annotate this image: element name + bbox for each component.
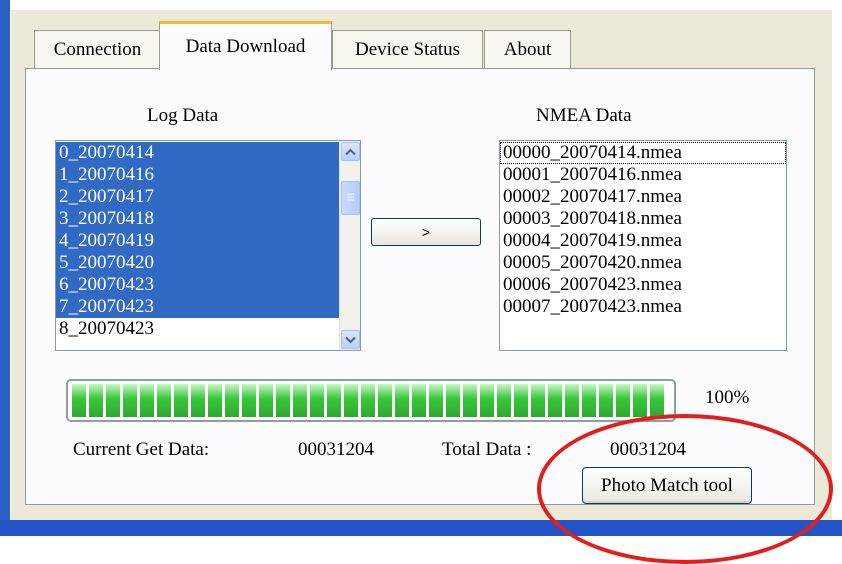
download-progress-bar (66, 379, 676, 422)
progress-segment (599, 384, 613, 417)
progress-segment (412, 384, 426, 417)
progress-segment (531, 384, 545, 417)
progress-segment (225, 384, 239, 417)
progress-segment (650, 384, 664, 417)
progress-segment (565, 384, 579, 417)
log-data-item[interactable]: 2_20070417 (56, 186, 339, 208)
total-data-label: Total Data : (442, 439, 532, 460)
scroll-down-arrow-icon[interactable] (341, 330, 360, 349)
progress-segment (616, 384, 630, 417)
tab-connection[interactable]: Connection (34, 30, 161, 69)
progress-segment (514, 384, 528, 417)
window-right-edge (832, 0, 842, 536)
nmea-data-item[interactable]: 00004_20070419.nmea (500, 230, 786, 252)
progress-segment (361, 384, 375, 417)
progress-segment (395, 384, 409, 417)
nmea-data-item[interactable]: 00007_20070423.nmea (500, 296, 786, 318)
nmea-data-title: NMEA Data (536, 105, 632, 126)
progress-segment (276, 384, 290, 417)
photo-match-tool-button[interactable]: Photo Match tool (582, 467, 752, 504)
scroll-up-arrow-icon[interactable] (341, 142, 360, 161)
tab-data-download[interactable]: Data Download (159, 21, 332, 70)
progress-percent: 100% (705, 387, 750, 408)
progress-segment (429, 384, 443, 417)
tab-device-status[interactable]: Device Status (332, 30, 483, 69)
tab-content-data-download: Log Data 0_20070414 1_20070416 2_20070417 3… (25, 68, 815, 505)
log-data-listbox[interactable]: 0_20070414 1_20070416 2_20070417 3_20070418… (55, 140, 361, 351)
nmea-data-listbox[interactable]: 00000_20070414.nmea 00001_20070416.nmea 00… (499, 140, 787, 351)
progress-segment (480, 384, 494, 417)
progress-segment (446, 384, 460, 417)
progress-segment (310, 384, 324, 417)
progress-segment (582, 384, 596, 417)
progress-segment (191, 384, 205, 417)
progress-segment (72, 384, 86, 417)
log-data-item[interactable]: 4_20070419 (56, 230, 339, 252)
nmea-data-item[interactable]: 00002_20070417.nmea (500, 186, 786, 208)
progress-segment (344, 384, 358, 417)
progress-segment (497, 384, 511, 417)
progress-segment (548, 384, 562, 417)
window-bottom-border (0, 520, 842, 536)
progress-segment (174, 384, 188, 417)
progress-segment (633, 384, 647, 417)
progress-segment (327, 384, 341, 417)
log-data-title: Log Data (147, 105, 219, 126)
log-data-scrollbar[interactable] (339, 141, 360, 350)
log-data-item[interactable]: 0_20070414 (56, 142, 339, 164)
log-data-item[interactable]: 8_20070423 (56, 318, 339, 340)
log-data-item[interactable]: 3_20070418 (56, 208, 339, 230)
log-data-item[interactable]: 6_20070423 (56, 274, 339, 296)
progress-segment (208, 384, 222, 417)
nmea-data-item[interactable]: 00005_20070420.nmea (500, 252, 786, 274)
progress-segment (463, 384, 477, 417)
current-get-data-value: 00031204 (298, 439, 374, 460)
progress-segment (378, 384, 392, 417)
nmea-data-item[interactable]: 00001_20070416.nmea (500, 164, 786, 186)
progress-segment (123, 384, 137, 417)
progress-segment (259, 384, 273, 417)
scroll-thumb[interactable] (341, 181, 360, 215)
transfer-button[interactable]: > (371, 218, 481, 246)
tab-about[interactable]: About (484, 30, 571, 69)
progress-segment (89, 384, 103, 417)
current-get-data-label: Current Get Data: (73, 439, 210, 460)
total-data-value: 00031204 (610, 439, 686, 460)
progress-segment (242, 384, 256, 417)
progress-segment (140, 384, 154, 417)
progress-segment (293, 384, 307, 417)
log-data-item[interactable]: 5_20070420 (56, 252, 339, 274)
log-data-item[interactable]: 7_20070423 (56, 296, 339, 318)
nmea-data-item[interactable]: 00003_20070418.nmea (500, 208, 786, 230)
nmea-data-item[interactable]: 00006_20070423.nmea (500, 274, 786, 296)
log-data-item[interactable]: 1_20070416 (56, 164, 339, 186)
progress-segment (106, 384, 120, 417)
progress-segment (157, 384, 171, 417)
nmea-data-item[interactable]: 00000_20070414.nmea (500, 142, 786, 164)
dialog-panel: Connection Data Download Device Status A… (11, 10, 832, 520)
window-left-border (0, 0, 10, 536)
